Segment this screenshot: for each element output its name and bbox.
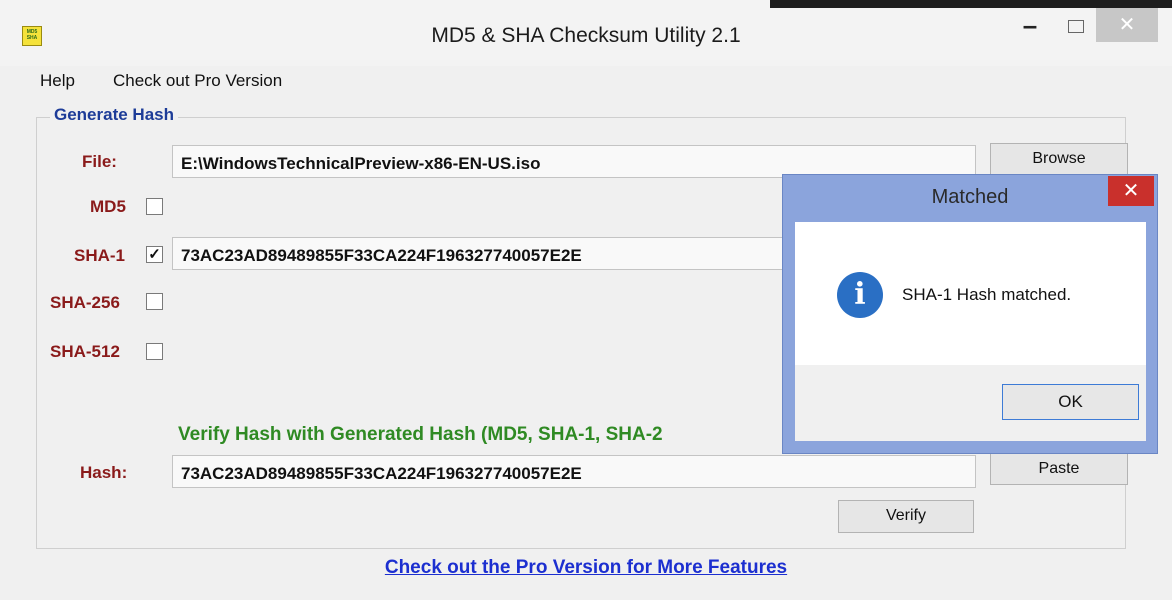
sha512-label: SHA-512 [50,342,120,361]
sha256-checkbox[interactable] [146,293,163,310]
menu-pro-version[interactable]: Check out Pro Version [113,71,282,91]
info-icon: i [837,272,883,318]
dialog-title: Matched [931,186,1009,208]
window-title: MD5 & SHA Checksum Utility 2.1 [431,24,741,47]
md5-checkbox[interactable] [146,198,163,215]
pro-version-link[interactable]: Check out the Pro Version for More Featu… [0,557,1172,579]
sha1-output[interactable]: 73AC23AD89489855F33CA224F196327740057E2E [172,237,792,270]
maximize-icon [1068,20,1084,33]
sha256-label: SHA-256 [50,293,120,312]
verify-heading: Verify Hash with Generated Hash (MD5, SH… [178,424,663,445]
close-button[interactable]: ✕ [1096,8,1158,42]
dialog-close-button[interactable]: ✕ [1108,176,1154,206]
group-title: Generate Hash [50,105,178,125]
dialog-message: SHA-1 Hash matched. [902,285,1072,304]
file-label: File: [82,152,117,171]
sha1-label: SHA-1 [74,246,126,265]
background-strip [770,0,1172,8]
maximize-button[interactable] [1060,12,1092,44]
sha1-checkbox[interactable]: ✓ [146,246,163,263]
hash-label: Hash: [80,463,128,482]
ok-button[interactable]: OK [1002,384,1139,420]
paste-button[interactable]: Paste [990,453,1128,485]
hash-input[interactable]: 73AC23AD89489855F33CA224F196327740057E2E [172,455,976,488]
menu-bar: Help Check out Pro Version [0,66,1172,96]
sha512-checkbox[interactable] [146,343,163,360]
browse-button[interactable]: Browse [990,143,1128,175]
verify-button[interactable]: Verify [838,500,974,533]
md5-label: MD5 [90,197,126,216]
menu-help[interactable]: Help [40,71,75,91]
minimize-button[interactable]: – [1010,10,1050,46]
